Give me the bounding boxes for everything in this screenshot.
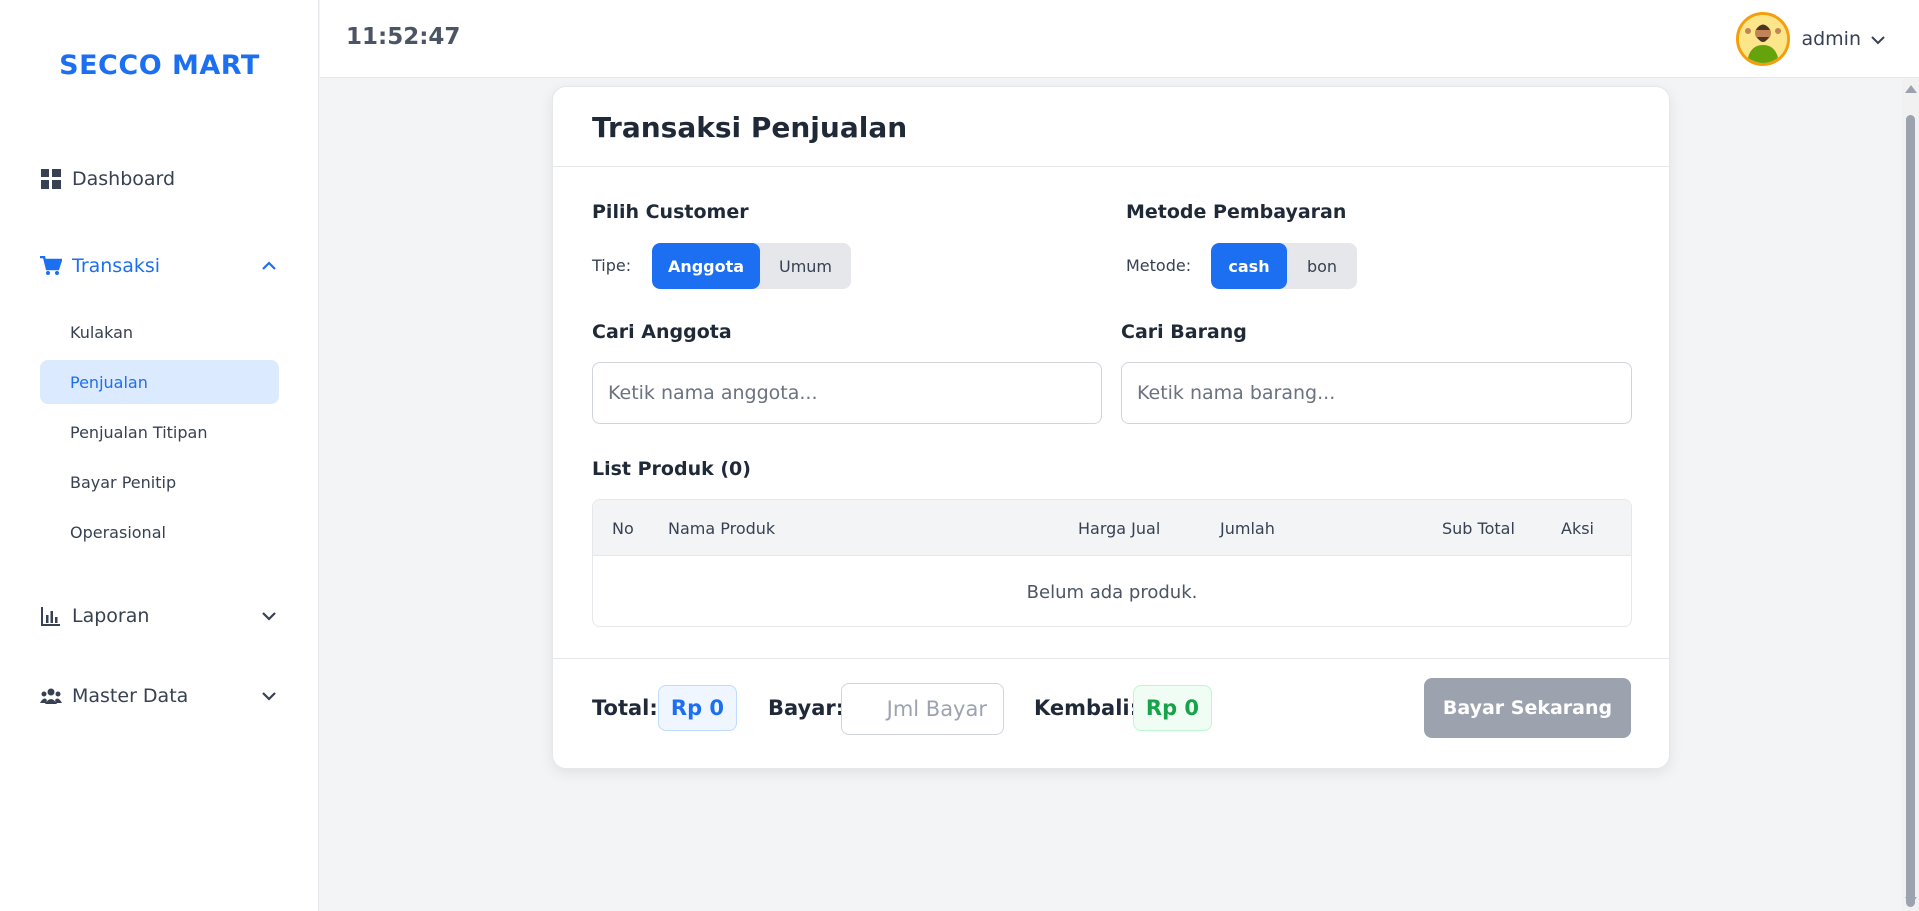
users-icon (40, 685, 62, 707)
dashboard-icon (40, 168, 62, 190)
customer-type-umum[interactable]: Umum (760, 243, 851, 289)
table-header: No Nama Produk Harga Jual Jumlah Sub Tot… (593, 500, 1631, 556)
user-menu[interactable]: admin (1736, 11, 1885, 67)
column-header-aksi: Aksi (1561, 519, 1594, 538)
kembali-label: Kembali: (1034, 696, 1139, 720)
customer-type-anggota[interactable]: Anggota (652, 243, 760, 289)
scrollbar-thumb[interactable] (1906, 115, 1915, 907)
kembali-value: Rp 0 (1133, 685, 1212, 731)
divider (553, 658, 1669, 659)
sidebar-item-label: Laporan (72, 605, 150, 627)
user-name: admin (1801, 28, 1861, 50)
column-header-nama-produk: Nama Produk (668, 519, 776, 538)
bayar-input[interactable] (841, 683, 1004, 735)
empty-state-text: Belum ada produk. (1026, 581, 1198, 603)
payment-method-toggle: cash bon (1211, 243, 1357, 289)
sidebar-item-dashboard[interactable]: Dashboard (40, 159, 280, 199)
payment-method-label: Metode: (1126, 256, 1192, 275)
search-member-heading: Cari Anggota (592, 321, 732, 343)
sidebar-subitem-kulakan[interactable]: Kulakan (40, 310, 279, 354)
sidebar-subitem-penjualan-titipan[interactable]: Penjualan Titipan (40, 410, 279, 454)
total-value: Rp 0 (658, 685, 737, 731)
total-label: Total: (592, 696, 658, 720)
chevron-down-icon[interactable] (258, 685, 280, 707)
scrollbar[interactable] (1902, 79, 1919, 911)
page-title: Transaksi Penjualan (592, 111, 908, 144)
bayar-label: Bayar: (768, 696, 845, 720)
sidebar: SECCO MART Dashboard Transaksi Kulakan P… (0, 0, 319, 911)
sidebar-subitem-bayar-penitip[interactable]: Bayar Penitip (40, 460, 279, 504)
column-header-sub-total: Sub Total (1442, 519, 1515, 538)
sidebar-item-label: Dashboard (72, 168, 176, 190)
chevron-up-icon[interactable] (258, 255, 280, 277)
sidebar-item-laporan[interactable]: Laporan (40, 596, 280, 636)
search-item-input[interactable] (1121, 362, 1632, 424)
sidebar-item-label: Master Data (72, 685, 189, 707)
pay-now-button[interactable]: Bayar Sekarang (1424, 678, 1631, 738)
sidebar-subitem-operasional[interactable]: Operasional (40, 510, 279, 554)
sidebar-item-label: Transaksi (72, 255, 161, 277)
sidebar-subitem-penjualan[interactable]: Penjualan (40, 360, 279, 404)
search-item-heading: Cari Barang (1121, 321, 1247, 343)
product-list-heading: List Produk (0) (592, 458, 751, 480)
top-header: 11:52:47 admin (320, 0, 1919, 78)
scroll-up-icon[interactable] (1905, 85, 1917, 93)
divider (553, 166, 1669, 167)
clock: 11:52:47 (346, 24, 461, 50)
avatar[interactable] (1736, 12, 1791, 66)
brand-logo[interactable]: SECCO MART (0, 50, 319, 81)
column-header-no: No (612, 519, 634, 538)
customer-type-toggle: Anggota Umum (652, 243, 851, 289)
column-header-harga-jual: Harga Jual (1078, 519, 1161, 538)
sidebar-item-master-data[interactable]: Master Data (40, 676, 280, 716)
sales-transaction-card: Transaksi Penjualan Pilih Customer Tipe:… (552, 86, 1670, 769)
customer-type-label: Tipe: (592, 256, 632, 275)
bar-chart-icon (40, 605, 62, 627)
sidebar-item-transaksi[interactable]: Transaksi (40, 246, 280, 286)
chevron-down-icon[interactable] (1871, 30, 1885, 49)
customer-heading: Pilih Customer (592, 201, 749, 223)
cart-icon (40, 255, 62, 277)
chevron-down-icon[interactable] (258, 605, 280, 627)
product-table: No Nama Produk Harga Jual Jumlah Sub Tot… (592, 499, 1632, 627)
payment-method-bon[interactable]: bon (1287, 243, 1357, 289)
column-header-jumlah: Jumlah (1220, 519, 1275, 538)
scroll-down-icon[interactable] (1905, 897, 1917, 905)
payment-method-cash[interactable]: cash (1211, 243, 1287, 289)
search-member-input[interactable] (592, 362, 1102, 424)
payment-method-heading: Metode Pembayaran (1126, 201, 1347, 223)
